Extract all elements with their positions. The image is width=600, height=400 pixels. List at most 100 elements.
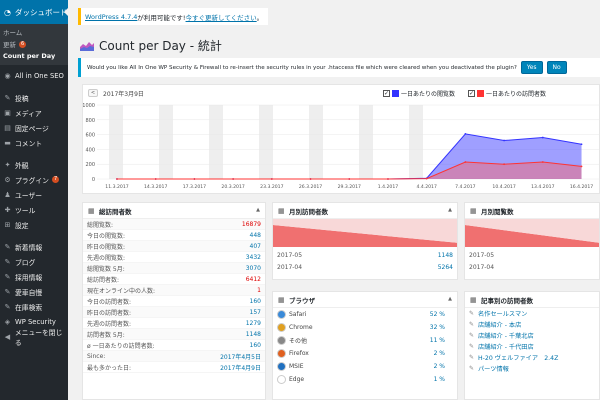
- browser-row: Firefox 2 %: [273, 347, 457, 360]
- stat-value: 3432: [245, 253, 261, 261]
- x-tick-label: 14.3.2017: [144, 184, 167, 190]
- pin-icon: ✎: [4, 287, 11, 296]
- stat-row: 現在オンライン中の人数: 1: [83, 285, 265, 296]
- edit-icon[interactable]: ✎: [469, 354, 476, 361]
- article-row[interactable]: ✎ パーツ情報: [465, 363, 599, 374]
- plugin-icon: ⚙: [4, 175, 11, 184]
- sidebar-submenu: ホーム 更新 6 Count per Day: [0, 24, 68, 65]
- month-label: 2017-04: [469, 263, 495, 271]
- data-point: [541, 161, 544, 163]
- chart-prev-button[interactable]: <: [88, 89, 98, 97]
- submenu-item-home[interactable]: ホーム: [0, 26, 68, 38]
- collapse-toggle-icon[interactable]: ▲: [448, 207, 452, 213]
- sidebar-item-posts[interactable]: ✎ 投稿: [0, 90, 68, 105]
- sidebar-item-label: ツール: [15, 206, 36, 215]
- monthly-view-rows: 2017-05 2017-04: [465, 249, 599, 273]
- article-row[interactable]: ✎ 店舗紹介 - 千代田店: [465, 341, 599, 352]
- sidebar-item-aioseo[interactable]: ◉ All in One SEO: [0, 68, 68, 83]
- widget-header: ▦ 記事別の訪問者数: [465, 292, 599, 308]
- sidebar-item-pages[interactable]: ▤ 固定ページ: [0, 120, 68, 135]
- stats-chart-box: < 2017年3月9日 ✓ 一日あたりの閲覧数 ✓ 一日あたりの訪問者数 0 20…: [82, 84, 600, 194]
- edit-icon[interactable]: ✎: [469, 365, 476, 372]
- collapse-toggle-icon[interactable]: ▲: [256, 207, 260, 213]
- shield-icon: ◈: [4, 317, 11, 326]
- weekend-band: [259, 105, 273, 179]
- collapse-menu-button[interactable]: ◀ メニューを閉じる: [0, 329, 68, 347]
- submenu-item-updates[interactable]: 更新 6: [0, 38, 68, 50]
- stat-row: 先週の閲覧数: 3432: [83, 252, 265, 263]
- article-row[interactable]: ✎ H-20 ヴェルファイア 2.4Z: [465, 352, 599, 363]
- y-tick-label: 0: [92, 177, 95, 183]
- sidebar-item-news[interactable]: ✎ 新着情報: [0, 239, 68, 254]
- browser-percent: 11 %: [429, 337, 445, 344]
- edit-icon[interactable]: ✎: [469, 343, 476, 350]
- stat-label: 最も多かった日:: [87, 364, 132, 372]
- month-row: 2017-05: [465, 249, 599, 261]
- x-tick-label: 16.4.2017: [570, 184, 593, 190]
- update-notice: WordPress 4.7.4 が利用可能です! 今すぐ更新してください 。: [78, 8, 268, 25]
- stat-label: Since:: [87, 352, 106, 360]
- pin-icon: ✎: [4, 257, 11, 266]
- edit-icon[interactable]: ✎: [469, 332, 476, 339]
- update-now-link[interactable]: 今すぐ更新してください: [186, 12, 257, 22]
- legend-visits[interactable]: ✓ 一日あたりの訪問者数: [468, 89, 546, 98]
- pin-icon: ✎: [4, 272, 11, 281]
- yes-button[interactable]: Yes: [520, 61, 543, 74]
- sidebar-item-tools[interactable]: ✚ ツール: [0, 202, 68, 217]
- article-link[interactable]: 名作セールスマン: [478, 309, 527, 318]
- data-point: [232, 178, 235, 180]
- y-tick-label: 800: [85, 118, 95, 124]
- edit-icon[interactable]: ✎: [469, 310, 476, 317]
- sidebar-item-blog[interactable]: ✎ ブログ: [0, 254, 68, 269]
- collapse-icon: ◀: [4, 332, 11, 341]
- data-point: [425, 177, 428, 180]
- submenu-item-count-per-day[interactable]: Count per Day: [0, 50, 68, 62]
- sidebar-item-settings[interactable]: ⊞ 設定: [0, 217, 68, 232]
- checkbox-icon[interactable]: ✓: [383, 90, 390, 97]
- wordpress-version-link[interactable]: WordPress 4.7.4: [85, 13, 137, 21]
- legend-views[interactable]: ✓ 一日あたりの閲覧数: [383, 89, 455, 98]
- sidebar-item-appearance[interactable]: ✦ 外観: [0, 157, 68, 172]
- browser-name: Safari: [289, 311, 307, 318]
- sidebar-item-media[interactable]: ▣ メディア: [0, 105, 68, 120]
- collapse-toggle-icon[interactable]: ▲: [448, 296, 452, 302]
- checkbox-icon[interactable]: ✓: [468, 90, 475, 97]
- submenu-label: ホーム: [3, 29, 23, 37]
- stat-row: 今日の閲覧数: 448: [83, 230, 265, 241]
- month-label: 2017-05: [469, 251, 495, 259]
- seo-icon: ◉: [4, 71, 11, 80]
- stat-value: 407: [249, 242, 261, 250]
- data-point: [270, 178, 273, 180]
- stat-label: 現在オンライン中の人数:: [87, 287, 156, 295]
- article-row[interactable]: ✎ 名作セールスマン: [465, 308, 599, 319]
- article-link[interactable]: 店舗紹介 - 本店: [478, 320, 521, 329]
- main-content: WordPress 4.7.4 が利用可能です! 今すぐ更新してください 。 C…: [68, 0, 600, 400]
- article-link[interactable]: H-20 ヴェルファイア 2.4Z: [478, 353, 558, 362]
- appearance-icon: ✦: [4, 160, 11, 169]
- edit-icon[interactable]: ✎: [469, 321, 476, 328]
- sidebar-item-users[interactable]: ♟ ユーザー: [0, 187, 68, 202]
- sidebar-item-cars[interactable]: ✎ 愛車自慢: [0, 284, 68, 299]
- widget-title: 総訪問者数: [99, 207, 132, 216]
- pin-icon: ✎: [4, 242, 11, 251]
- article-row[interactable]: ✎ 店舗紹介 - 本店: [465, 319, 599, 330]
- data-point: [503, 163, 505, 166]
- article-link[interactable]: 店舗紹介 - 千葉北店: [478, 331, 534, 340]
- weekend-band: [159, 105, 173, 179]
- submenu-label: Count per Day: [3, 52, 56, 60]
- sidebar-item-label: コメント: [15, 139, 43, 148]
- no-button[interactable]: No: [546, 61, 567, 74]
- article-row[interactable]: ✎ 店舗紹介 - 千葉北店: [465, 330, 599, 341]
- page-icon: ▤: [4, 123, 11, 132]
- sidebar-item-dashboard[interactable]: ◔ ダッシュボード: [0, 0, 68, 24]
- article-link[interactable]: パーツ情報: [478, 364, 509, 373]
- x-tick-label: 4.4.2017: [416, 184, 437, 190]
- data-point: [580, 143, 583, 146]
- sidebar-item-recruit[interactable]: ✎ 採用情報: [0, 269, 68, 284]
- article-link[interactable]: 店舗紹介 - 千代田店: [478, 342, 534, 351]
- sidebar-item-comments[interactable]: ▬ コメント: [0, 135, 68, 150]
- table-icon: ▦: [278, 207, 285, 215]
- x-tick-label: 10.4.2017: [492, 184, 515, 190]
- sidebar-item-plugins[interactable]: ⚙ プラグイン 7: [0, 172, 68, 187]
- sidebar-item-stock[interactable]: ✎ 在庫検索: [0, 299, 68, 314]
